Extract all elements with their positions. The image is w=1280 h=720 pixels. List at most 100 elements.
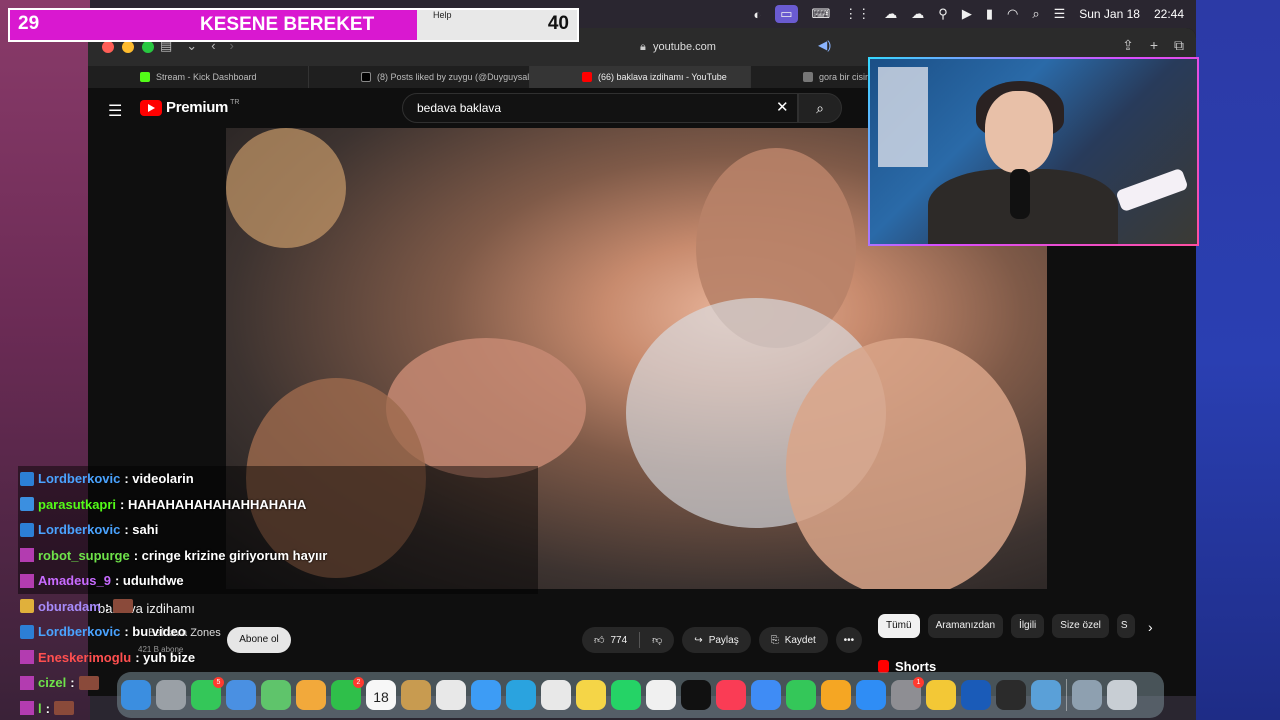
- chat-username[interactable]: Amadeus_9: [38, 573, 111, 588]
- chat-username[interactable]: Lordberkovic: [38, 522, 120, 537]
- freeform-icon[interactable]: [646, 680, 676, 710]
- system-settings-icon[interactable]: 1: [891, 677, 924, 710]
- chat-text: : cringe krizine giriyorum hayıır: [133, 547, 328, 563]
- calendar-icon[interactable]: 18: [366, 680, 396, 710]
- keynote-icon[interactable]: [751, 680, 781, 710]
- photos-icon[interactable]: [296, 680, 326, 710]
- chat-message: Lordberkovic: bu video: [18, 619, 538, 645]
- chip-from-search[interactable]: Aramanızdan: [927, 614, 1004, 638]
- reminders-icon[interactable]: [436, 680, 466, 710]
- tab-x-posts[interactable]: (8) Posts liked by zuygu (@Duyguysal1) /…: [309, 66, 530, 88]
- search-button[interactable]: ⌕: [798, 93, 842, 123]
- share-label: Paylaş: [708, 634, 739, 646]
- tab-overview-icon[interactable]: ⧉: [1174, 37, 1184, 54]
- wifi-icon[interactable]: ◠: [1007, 6, 1018, 22]
- now-playing-icon[interactable]: ▶: [962, 6, 972, 22]
- youtube-premium-logo[interactable]: Premium TR: [140, 99, 239, 116]
- close-icon[interactable]: ✕: [776, 98, 789, 116]
- counter-right-value: 40: [547, 13, 569, 34]
- notes-yellow-icon[interactable]: [576, 680, 606, 710]
- obs-status-icon[interactable]: ◐: [753, 7, 761, 22]
- menu-bar-time[interactable]: 22:44: [1154, 7, 1184, 21]
- lock-icon: 🔒︎: [640, 41, 646, 53]
- pages-icon[interactable]: [821, 680, 851, 710]
- messages-icon[interactable]: 5: [191, 677, 224, 710]
- window-controls: [102, 41, 154, 53]
- chevron-right-icon[interactable]: ›: [1148, 619, 1153, 635]
- audio-playing-icon[interactable]: ◀): [818, 38, 831, 52]
- safari-icon[interactable]: [471, 680, 501, 710]
- telegram-icon[interactable]: [506, 680, 536, 710]
- chat-message: parasutkapri: HAHAHAHAHAHAHHAHAHA: [18, 491, 538, 517]
- youtube-logo-icon: [582, 72, 592, 82]
- numbers-icon[interactable]: [786, 680, 816, 710]
- notification-badge: 5: [213, 677, 224, 688]
- whatsapp-icon[interactable]: [611, 680, 641, 710]
- trash-icon[interactable]: [1107, 680, 1137, 710]
- calendar-day: 18: [373, 689, 389, 705]
- chat-text: :: [104, 598, 110, 614]
- apple-tv-icon[interactable]: [681, 680, 711, 710]
- chat-username[interactable]: Lordberkovic: [38, 624, 120, 639]
- chat-badge-icon: [20, 650, 34, 665]
- chip-related[interactable]: İlgili: [1011, 614, 1045, 638]
- chat-username[interactable]: Eneskerimoglu: [38, 650, 131, 665]
- icloud-icon[interactable]: ☁: [911, 6, 924, 22]
- like-icon[interactable]: 👍︎: [594, 634, 604, 646]
- like-count[interactable]: 774: [610, 635, 627, 646]
- chat-badge-icon: [20, 624, 34, 639]
- finder-icon[interactable]: [121, 680, 151, 710]
- search-input[interactable]: bedava baklava: [402, 93, 798, 123]
- chat-username[interactable]: Lordberkovic: [38, 471, 120, 486]
- search-icon[interactable]: ⌕: [1032, 6, 1039, 22]
- chat-username[interactable]: cizel: [38, 675, 66, 690]
- chat-text: : uduıhdwe: [114, 573, 184, 589]
- tab-kick-dashboard[interactable]: Stream - Kick Dashboard: [88, 66, 309, 88]
- grid-icon[interactable]: ⋮⋮: [844, 6, 870, 22]
- share-button[interactable]: ↪ Paylaş: [682, 627, 751, 653]
- chat-username[interactable]: oburadam: [38, 599, 101, 614]
- chrome-icon[interactable]: [541, 680, 571, 710]
- zoom-window-button[interactable]: [142, 41, 154, 53]
- google-logo-icon: [803, 72, 813, 82]
- more-actions-button[interactable]: •••: [835, 627, 862, 653]
- chat-username[interactable]: robot_supurge: [38, 548, 130, 563]
- launchpad-icon[interactable]: [156, 680, 186, 710]
- chat-username[interactable]: l: [38, 701, 42, 716]
- minimize-window-button[interactable]: [122, 41, 134, 53]
- screen-mirror-icon[interactable]: ▭: [775, 5, 798, 23]
- save-button[interactable]: ⎘ Kaydet: [758, 627, 828, 653]
- python-launcher-icon[interactable]: [926, 680, 956, 710]
- mail-icon[interactable]: [226, 680, 256, 710]
- facetime-icon[interactable]: 2: [331, 677, 364, 710]
- app-store-icon[interactable]: [856, 680, 886, 710]
- tab-youtube[interactable]: (66) baklava izdihamı - YouTube ◀): [530, 66, 751, 88]
- chat-message: oburadam:: [18, 594, 538, 620]
- quicktime-icon[interactable]: [1031, 680, 1061, 710]
- menu-icon[interactable]: ☰: [108, 101, 122, 121]
- battery-icon[interactable]: ▮: [986, 6, 993, 22]
- new-tab-icon[interactable]: +: [1150, 37, 1158, 54]
- notification-badge: 2: [353, 677, 364, 688]
- menu-bar-date[interactable]: Sun Jan 18: [1079, 7, 1140, 21]
- obs-icon[interactable]: [996, 680, 1026, 710]
- chip-all[interactable]: Tümü: [878, 614, 920, 638]
- toolbar-right: ⇪ + ⧉: [1122, 37, 1184, 54]
- downloads-folder-icon[interactable]: [1072, 680, 1102, 710]
- notes-icon[interactable]: [401, 680, 431, 710]
- wd-icon[interactable]: [961, 680, 991, 710]
- chip-for-you[interactable]: Size özel: [1052, 614, 1109, 638]
- maps-icon[interactable]: [261, 680, 291, 710]
- share-icon[interactable]: ⇪: [1122, 37, 1134, 54]
- keyboard-icon[interactable]: ⌨: [812, 6, 831, 22]
- script-icon[interactable]: ⚲: [938, 6, 948, 22]
- counter-left-value: 29: [18, 13, 40, 34]
- chip-more[interactable]: S: [1116, 614, 1135, 638]
- close-window-button[interactable]: [102, 41, 114, 53]
- creative-cloud-icon[interactable]: ☁: [884, 6, 897, 22]
- chat-username[interactable]: parasutkapri: [38, 497, 116, 512]
- control-center-icon[interactable]: ☰: [1054, 6, 1066, 22]
- chat-message: Lordberkovic: videolarin: [18, 466, 538, 492]
- music-icon[interactable]: [716, 680, 746, 710]
- dislike-icon[interactable]: 👎︎: [652, 634, 662, 646]
